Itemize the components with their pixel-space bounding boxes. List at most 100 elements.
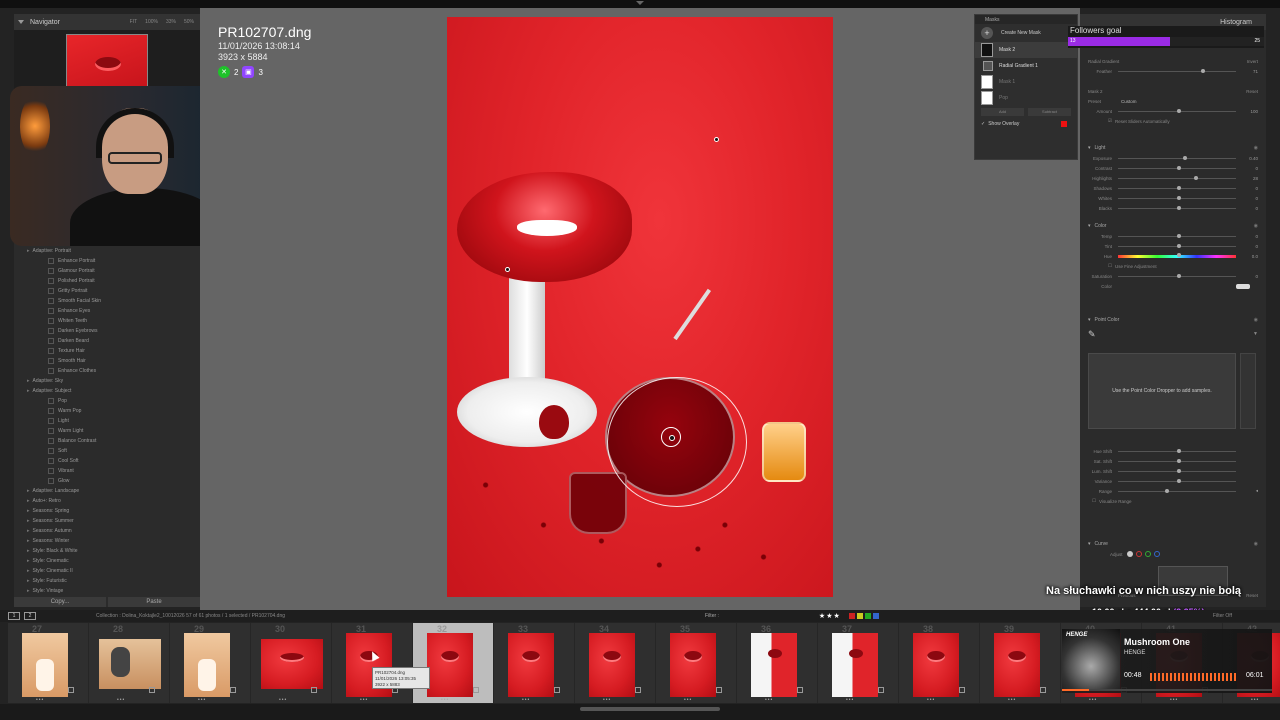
point-color-header[interactable]: Point Color ◉ <box>1088 314 1258 325</box>
subtract-button[interactable]: Subtract <box>1028 108 1071 116</box>
filmstrip-thumbnail[interactable] <box>508 633 554 697</box>
filmstrip-cell[interactable]: 31 ••• <box>332 623 413 703</box>
zoom-50[interactable]: 50% <box>184 19 194 25</box>
preset-item[interactable]: Glamour Portrait <box>14 266 200 276</box>
add-button[interactable]: Add <box>981 108 1024 116</box>
preset-group[interactable]: Style: Black & White <box>14 546 200 556</box>
rating-dots-icon[interactable]: ••• <box>846 697 854 703</box>
amount-slider[interactable] <box>1118 108 1236 113</box>
slider-knob[interactable] <box>1177 468 1181 473</box>
filmstrip-thumbnail[interactable] <box>832 633 878 697</box>
rating-dots-icon[interactable]: ••• <box>684 697 692 703</box>
rating-dots-icon[interactable]: ••• <box>522 697 530 703</box>
point-color-swatch-area[interactable]: Use the Point Color Dropper to add sampl… <box>1088 353 1236 429</box>
slider-knob[interactable] <box>1177 478 1181 483</box>
green-label-icon[interactable] <box>864 613 871 619</box>
slider-knob[interactable] <box>1177 108 1181 113</box>
red-channel-icon[interactable] <box>1135 551 1142 557</box>
filmstrip-cell[interactable]: 35 ••• <box>656 623 737 703</box>
slider-value[interactable]: 0 <box>1236 244 1258 249</box>
preset-group[interactable]: Adaptive: Landscape <box>14 486 200 496</box>
preset-group[interactable]: Style: Futuristic <box>14 576 200 586</box>
slider-value[interactable]: 0 <box>1236 206 1258 211</box>
eye-icon[interactable]: ◉ <box>1254 223 1258 229</box>
monitor-2-button[interactable]: 2 <box>24 612 36 620</box>
checkbox-icon[interactable]: ☐ <box>1092 498 1096 504</box>
image-canvas[interactable]: PR102707.dng 11/01/2026 13:08:14 3923 x … <box>200 8 1080 610</box>
preset-group[interactable]: Adaptive: Portrait <box>14 246 200 256</box>
preset-item[interactable]: Warm Light <box>14 426 200 436</box>
overlay-color-swatch[interactable] <box>1061 121 1067 127</box>
blue-label-icon[interactable] <box>872 613 879 619</box>
preset-group[interactable]: Seasons: Autumn <box>14 526 200 536</box>
slider-value[interactable]: 28 <box>1236 176 1258 181</box>
preset-item[interactable]: Darken Beard <box>14 336 200 346</box>
rating-dots-icon[interactable]: ••• <box>198 697 206 703</box>
blue-channel-icon[interactable] <box>1153 551 1160 557</box>
slider-value[interactable]: 0 <box>1236 186 1258 191</box>
preset-dropdown[interactable]: Custom <box>1121 99 1137 104</box>
preset-item[interactable]: Vibrant <box>14 466 200 476</box>
preset-item[interactable]: Gritty Portrait <box>14 286 200 296</box>
show-overlay-toggle[interactable]: ✓ Show Overlay <box>975 118 1077 130</box>
rating-dots-icon[interactable]: ••• <box>1008 697 1016 703</box>
filmstrip-thumbnail[interactable] <box>751 633 797 697</box>
slider-knob[interactable] <box>1177 233 1181 238</box>
slider-track[interactable] <box>1118 205 1236 210</box>
filmstrip-cell[interactable]: 30 ••• <box>251 623 332 703</box>
slider-knob[interactable] <box>1177 195 1181 200</box>
yellow-label-icon[interactable] <box>856 613 863 619</box>
range-arrow-icon[interactable]: ◂ <box>1236 488 1258 494</box>
preset-item[interactable]: Darken Eyebrows <box>14 326 200 336</box>
zoom-100[interactable]: 100% <box>145 19 158 25</box>
preset-item[interactable]: Smooth Facial Skin <box>14 296 200 306</box>
preset-item[interactable]: Glow <box>14 476 200 486</box>
range-slider[interactable] <box>1118 488 1236 493</box>
preset-item[interactable]: Polished Portrait <box>14 276 200 286</box>
filmstrip-cell[interactable]: 37 ••• <box>818 623 899 703</box>
dropdown-arrow-icon[interactable]: ▼ <box>1253 331 1258 337</box>
filmstrip-thumbnail[interactable] <box>913 633 959 697</box>
slider-track[interactable] <box>1118 468 1236 473</box>
preset-item[interactable]: Cool Soft <box>14 456 200 466</box>
mask-pin-dot[interactable] <box>505 267 510 272</box>
filmstrip-cell[interactable]: 38 ••• <box>899 623 980 703</box>
color-header[interactable]: Color ◉ <box>1088 220 1258 231</box>
checkbox-icon[interactable]: ✓ <box>981 121 985 127</box>
mask-pin-icon[interactable] <box>661 427 681 447</box>
filmstrip-thumbnail[interactable] <box>427 633 473 697</box>
rating-dots-icon[interactable]: ••• <box>927 697 935 703</box>
preset-item[interactable]: Enhance Clothes <box>14 366 200 376</box>
preset-item[interactable]: Light <box>14 416 200 426</box>
filmstrip-thumbnail[interactable] <box>261 639 323 689</box>
slider-track[interactable] <box>1118 478 1236 483</box>
mask-pin-dot[interactable] <box>714 137 719 142</box>
filmstrip-cell[interactable]: 29 ••• <box>170 623 251 703</box>
slider-value[interactable]: 0 <box>1236 166 1258 171</box>
paste-button[interactable]: Paste <box>108 597 200 607</box>
preset-item[interactable]: Balance Contrast <box>14 436 200 446</box>
slider-track[interactable] <box>1118 185 1236 190</box>
slider-knob[interactable] <box>1177 448 1181 453</box>
visualize-range-row[interactable]: ☐ Visualize Range <box>1088 496 1258 506</box>
preset-group[interactable]: Seasons: Winter <box>14 536 200 546</box>
filmstrip-cell[interactable]: 27 ••• <box>8 623 89 703</box>
slider-knob[interactable] <box>1177 458 1181 463</box>
reset-sliders-row[interactable]: ☑ Reset Sliders Automatically <box>1088 116 1258 126</box>
slider-knob[interactable] <box>1177 205 1181 210</box>
mask-row[interactable]: Mask 1 <box>975 74 1077 90</box>
source-path[interactable]: Collection : Dolina_Koktajle2_10012026 5… <box>96 613 285 619</box>
slider-track[interactable] <box>1118 448 1236 453</box>
rating-dots-icon[interactable]: ••• <box>360 697 368 703</box>
slider-knob[interactable] <box>1177 185 1181 190</box>
filmstrip-cell[interactable]: 28 ••• <box>89 623 170 703</box>
filmstrip-scrollbar[interactable] <box>580 707 720 711</box>
slider-track[interactable] <box>1118 233 1236 238</box>
filmstrip-thumbnail[interactable] <box>184 633 230 697</box>
eye-icon[interactable]: ◉ <box>1254 541 1258 547</box>
star-filter[interactable]: ★★★ <box>819 612 841 620</box>
slider-track[interactable] <box>1118 458 1236 463</box>
zoom-33[interactable]: 33% <box>166 19 176 25</box>
eye-icon[interactable]: ◉ <box>1254 317 1258 323</box>
slider-value[interactable]: 0.40 <box>1236 156 1258 161</box>
